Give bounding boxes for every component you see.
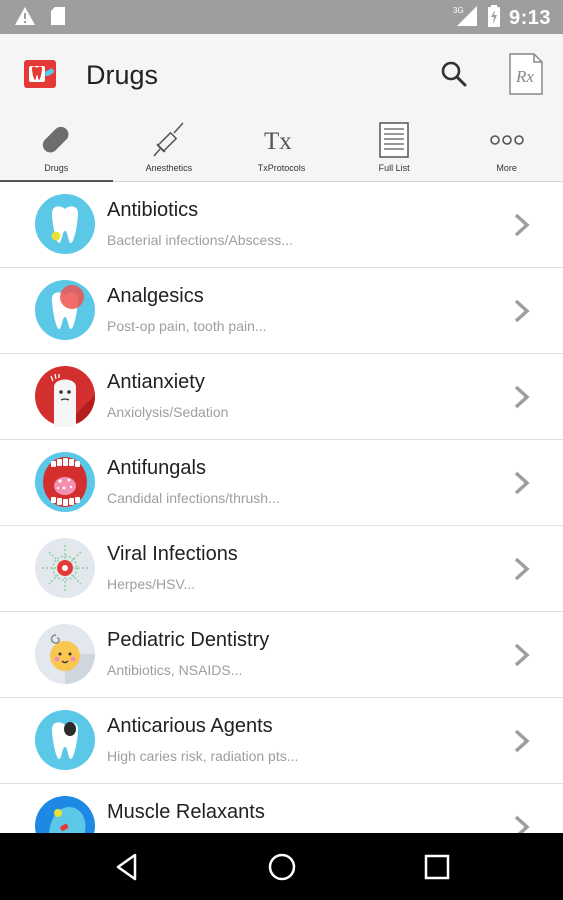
syringe-icon [149,120,189,160]
item-subtitle: Post-op pain, tooth pain... [107,318,267,334]
system-navigation-bar [0,833,563,900]
item-title: Analgesics [107,285,204,307]
tab-full-list[interactable]: Full List [338,114,451,182]
list-item-viral-infections[interactable]: Viral Infections Herpes/HSV... [0,526,563,612]
status-bar: 3G 9:13 [0,0,563,34]
chevron-right-icon [510,469,534,497]
rx-label: Rx [515,67,534,86]
item-subtitle: Anxiolysis/Sedation [107,404,229,420]
back-button[interactable] [110,850,144,884]
recents-square-icon [420,854,454,888]
home-circle-icon [265,853,299,888]
list-item-pediatric-dentistry[interactable]: Pediatric Dentistry Antibiotics, NSAIDS.… [0,612,563,698]
open-mouth-icon [34,451,96,513]
tab-label: More [496,163,517,173]
warning-icon [14,6,36,31]
tab-txprotocols[interactable]: Tx TxProtocols [225,114,338,182]
list-item-analgesics[interactable]: Analgesics Post-op pain, tooth pain... [0,268,563,354]
status-time: 9:13 [508,7,551,29]
tab-label: TxProtocols [257,163,306,173]
item-title: Antianxiety [107,371,205,393]
chevron-right-icon [510,383,534,411]
tab-bar: Drugs Anesthetics Tx TxProtocols Full Li… [0,114,563,183]
tab-label: Drugs [44,163,69,173]
sd-card-icon [50,6,66,31]
chevron-right-icon [510,211,534,239]
item-subtitle: Candidal infections/thrush... [107,490,280,506]
tooth-bacteria-icon [34,193,96,255]
signal-icon: 3G [453,4,479,33]
list-item-antibiotics[interactable]: Antibiotics Bacterial infections/Abscess… [0,182,563,268]
tooth-pain-icon [34,279,96,341]
item-subtitle: Bacterial infections/Abscess... [107,232,293,248]
list-item-muscle-relaxants[interactable]: Muscle Relaxants [0,784,563,833]
item-title: Muscle Relaxants [107,801,265,823]
item-title: Pediatric Dentistry [107,629,270,651]
item-subtitle: Antibiotics, NSAIDS... [107,662,243,678]
chevron-right-icon [510,813,534,833]
list-item-antifungals[interactable]: Antifungals Candidal infections/thrush..… [0,440,563,526]
tab-label: Full List [378,163,410,173]
item-subtitle: High caries risk, radiation pts... [107,748,299,764]
rx-prescription-icon: Rx [506,53,546,100]
item-title: Antifungals [107,457,206,479]
app-bar: Drugs Rx [0,34,563,114]
app-logo-icon [22,56,58,92]
virus-icon [34,537,96,599]
chevron-right-icon [510,641,534,669]
tab-more[interactable]: More [450,114,563,182]
chevron-right-icon [510,555,534,583]
item-title: Antibiotics [107,199,199,221]
search-button[interactable] [436,56,472,92]
list-icon [374,120,414,160]
cavity-tooth-icon [34,709,96,771]
tab-anesthetics[interactable]: Anesthetics [113,114,226,182]
list-item-antianxiety[interactable]: Antianxiety Anxiolysis/Sedation [0,354,563,440]
page-title: Drugs [86,60,159,90]
item-title: Anticarious Agents [107,715,273,737]
battery-icon [487,4,501,33]
baby-face-icon [34,623,96,685]
chevron-right-icon [510,297,534,325]
back-triangle-icon [110,853,144,888]
rx-prescription-button[interactable]: Rx [506,52,546,96]
item-title: Viral Infections [107,543,238,565]
chevron-right-icon [510,727,534,755]
anxious-tooth-icon [34,365,96,427]
recents-button[interactable] [420,850,454,884]
tx-glyph: Tx [264,128,292,155]
head-muscle-icon [34,795,96,833]
home-button[interactable] [265,850,299,884]
tab-drugs[interactable]: Drugs [0,114,113,183]
tx-icon: Tx [261,120,301,160]
search-icon [436,61,472,96]
tab-label: Anesthetics [145,163,193,173]
network-type-label: 3G [453,6,464,15]
item-subtitle: Herpes/HSV... [107,576,196,592]
capsule-icon [36,120,76,160]
more-dots-icon [487,120,527,160]
drug-category-list: Antibiotics Bacterial infections/Abscess… [0,182,563,833]
list-item-anticarious-agents[interactable]: Anticarious Agents High caries risk, rad… [0,698,563,784]
